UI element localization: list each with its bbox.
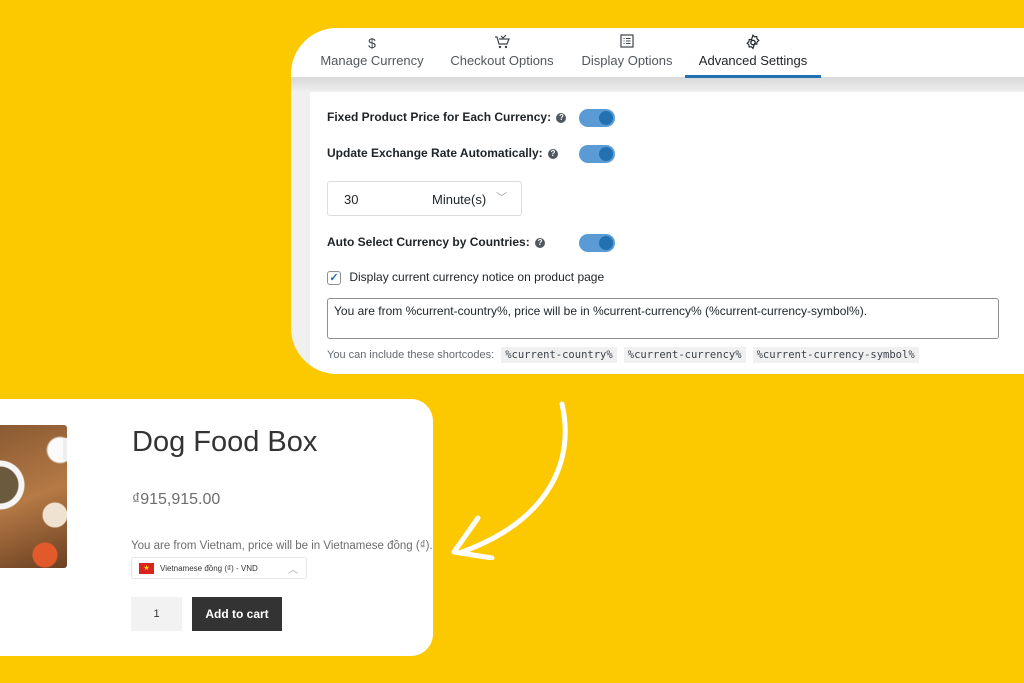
- tab-label: Advanced Settings: [698, 53, 808, 68]
- product-price: ₫915,915.00: [132, 491, 221, 508]
- chevron-up-icon: ︿: [288, 565, 298, 576]
- tab-label: Display Options: [581, 53, 673, 68]
- tab-manage-currency[interactable]: $ Manage Currency: [319, 34, 425, 78]
- chevron-down-icon: ﹀: [496, 192, 507, 204]
- currency-notice-label: Display current currency notice on produ…: [349, 270, 605, 284]
- interval-value: 30: [344, 192, 359, 207]
- vietnam-flag-icon: ★: [139, 563, 154, 574]
- notice-template-textarea[interactable]: You are from %current-country%, price wi…: [327, 298, 999, 339]
- dollar-icon: $: [368, 35, 376, 51]
- auto-select-label: Auto Select Currency by Countries:: [327, 235, 530, 249]
- zoom-icon[interactable]: ⊕: [63, 438, 67, 460]
- tab-label: Checkout Options: [450, 53, 554, 68]
- help-icon[interactable]: ?: [556, 112, 567, 123]
- shortcode-current-currency-symbol: %current-currency-symbol%: [752, 347, 919, 363]
- cart-icon: [449, 34, 555, 52]
- gear-icon: [685, 34, 821, 52]
- fixed-price-row: Fixed Product Price for Each Currency: ?: [327, 110, 567, 124]
- tab-label: Manage Currency: [320, 53, 424, 68]
- shortcode-current-currency: %current-currency%: [623, 347, 746, 363]
- fixed-price-label: Fixed Product Price for Each Currency:: [327, 110, 552, 124]
- product-image[interactable]: ⊕: [0, 425, 67, 568]
- add-to-cart-button[interactable]: Add to cart: [192, 597, 282, 631]
- help-icon[interactable]: ?: [535, 237, 546, 248]
- currency-option: Vietnamese đồng (₫) - VND: [160, 564, 258, 573]
- product-card: ⊕ Dog Food Box ₫915,915.00 You are from …: [0, 399, 433, 656]
- quantity-input[interactable]: 1: [131, 597, 182, 631]
- arrow-icon: [451, 401, 568, 560]
- interval-unit: Minute(s): [432, 192, 487, 207]
- update-rate-row: Update Exchange Rate Automatically: ?: [327, 146, 558, 160]
- tab-checkout-options[interactable]: Checkout Options: [449, 34, 555, 78]
- fixed-price-toggle[interactable]: [579, 109, 615, 127]
- update-rate-label: Update Exchange Rate Automatically:: [327, 146, 543, 160]
- update-interval-select[interactable]: 30 Minute(s) ﹀: [327, 181, 522, 216]
- tab-advanced-settings[interactable]: Advanced Settings: [685, 34, 821, 78]
- product-title: Dog Food Box: [132, 426, 318, 458]
- shortcodes-label: You can include these shortcodes:: [327, 349, 495, 361]
- shortcode-current-country: %current-country%: [501, 347, 617, 363]
- auto-select-toggle[interactable]: [579, 234, 615, 252]
- currency-notice-checkbox[interactable]: ✓: [327, 270, 341, 285]
- list-icon: [579, 34, 675, 52]
- settings-tabs: $ Manage Currency Checkout Options Displ…: [291, 28, 1024, 78]
- currency-switcher[interactable]: ★ Vietnamese đồng (₫) - VND ︿: [131, 557, 307, 579]
- currency-notice: You are from Vietnam, price will be in V…: [131, 540, 433, 552]
- currency-notice-checkbox-row: ✓ Display current currency notice on pro…: [327, 270, 604, 285]
- tab-display-options[interactable]: Display Options: [579, 34, 675, 78]
- help-icon[interactable]: ?: [547, 148, 558, 159]
- tab-shadow: [291, 78, 1024, 92]
- shortcodes-hint: You can include these shortcodes: %curre…: [327, 347, 919, 363]
- advanced-settings-form: Fixed Product Price for Each Currency: ?…: [310, 92, 1024, 374]
- auto-select-row: Auto Select Currency by Countries: ?: [327, 235, 546, 249]
- update-rate-toggle[interactable]: [579, 145, 615, 163]
- currency-settings-panel: $ Manage Currency Checkout Options Displ…: [291, 28, 1024, 374]
